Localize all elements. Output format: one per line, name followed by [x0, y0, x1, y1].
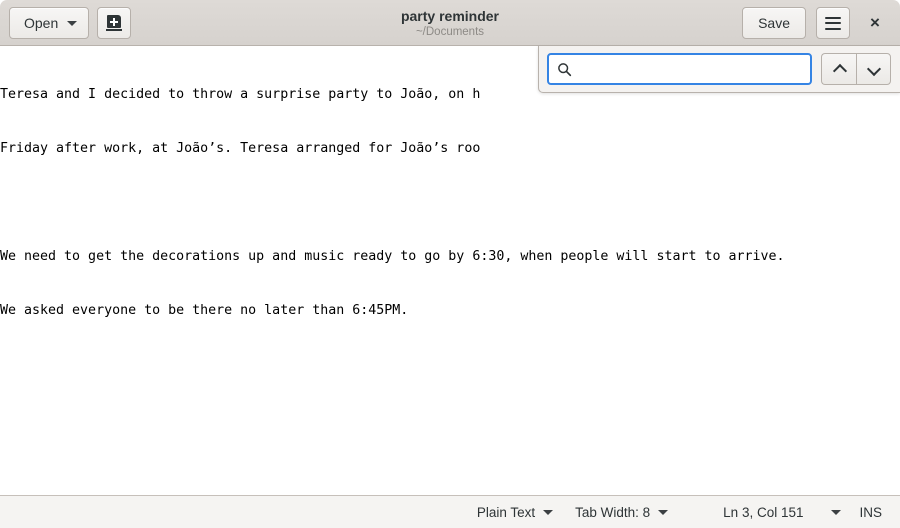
language-selector[interactable]: Plain Text — [476, 504, 554, 520]
new-document-icon — [106, 15, 123, 31]
close-button[interactable]: × — [860, 8, 890, 38]
editor-area[interactable]: Teresa and I decided to throw a surprise… — [0, 46, 900, 495]
status-bar: Plain Text Tab Width: 8 Ln 3, Col 151 IN… — [0, 495, 900, 528]
insert-mode-indicator[interactable]: INS — [859, 505, 900, 520]
search-input[interactable] — [579, 59, 802, 79]
header-bar: Open party reminder ~/Documents Save × — [0, 0, 900, 46]
main-menu-button[interactable] — [816, 7, 850, 39]
hamburger-menu-icon — [825, 16, 841, 30]
chevron-down-icon — [67, 20, 78, 26]
open-button[interactable]: Open — [9, 7, 90, 39]
search-previous-button[interactable] — [821, 53, 856, 85]
text-editor-window: Open party reminder ~/Documents Save × T… — [0, 0, 900, 528]
chevron-down-icon — [543, 509, 554, 515]
insert-mode-label: INS — [859, 504, 882, 520]
cursor-position: Ln 3, Col 151 — [723, 505, 803, 520]
search-nav-group — [821, 53, 891, 85]
header-left-controls: Open — [9, 0, 132, 46]
new-document-button[interactable] — [97, 7, 132, 39]
chevron-up-icon — [834, 66, 845, 73]
tab-width-label: Tab Width: 8 — [575, 504, 651, 520]
search-icon — [557, 62, 572, 77]
document-line: Friday after work, at João’s. Teresa arr… — [0, 141, 481, 156]
save-button[interactable]: Save — [742, 7, 806, 39]
language-label: Plain Text — [476, 504, 536, 520]
document-line: We asked everyone to be there no later t… — [0, 303, 409, 318]
open-button-label: Open — [24, 15, 59, 31]
tab-width-selector[interactable]: Tab Width: 8 — [575, 504, 669, 520]
save-button-label: Save — [758, 15, 790, 31]
window-subtitle: ~/Documents — [415, 25, 485, 38]
cursor-position-label: Ln 3, Col 151 — [723, 504, 804, 520]
document-line: We need to get the decorations up and mu… — [0, 249, 785, 264]
chevron-down-icon — [831, 509, 842, 515]
close-icon: × — [870, 13, 880, 32]
header-right-controls: Save × — [742, 0, 892, 46]
search-next-button[interactable] — [856, 53, 891, 85]
cursor-position-menu-button[interactable] — [831, 509, 842, 515]
chevron-down-icon — [868, 66, 879, 73]
search-field[interactable] — [547, 53, 812, 85]
search-bar — [538, 46, 900, 93]
chevron-down-icon — [658, 509, 669, 515]
page-title: party reminder — [400, 7, 500, 24]
document-line-blank — [0, 194, 900, 212]
